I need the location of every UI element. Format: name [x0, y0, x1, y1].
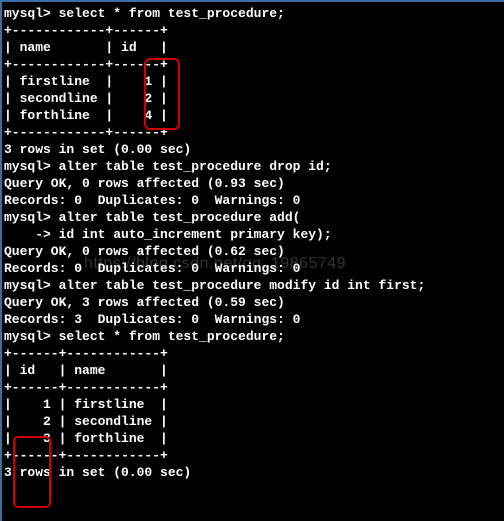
sql-command-5: mysql> select * from test_procedure;	[4, 329, 285, 344]
table-divider: +------+------------+	[4, 380, 168, 395]
result-footer: 3 rows in set (0.00 sec)	[4, 465, 191, 480]
table-divider: +------------+------+	[4, 125, 168, 140]
table-row: | 2 | secondline |	[4, 414, 168, 429]
query-records: Records: 0 Duplicates: 0 Warnings: 0	[4, 193, 300, 208]
table-row: | 3 | forthline |	[4, 431, 168, 446]
query-result: Query OK, 0 rows affected (0.93 sec)	[4, 176, 285, 191]
query-result: Query OK, 3 rows affected (0.59 sec)	[4, 295, 285, 310]
sql-command-1: mysql> select * from test_procedure;	[4, 6, 285, 21]
table-header: | id | name |	[4, 363, 168, 378]
query-records: Records: 0 Duplicates: 0 Warnings: 0	[4, 261, 300, 276]
table-divider: +------+------------+	[4, 448, 168, 463]
sql-command-3: mysql> alter table test_procedure add(	[4, 210, 300, 225]
sql-continuation: -> id int auto_increment primary key);	[4, 227, 332, 242]
sql-command-4: mysql> alter table test_procedure modify…	[4, 278, 425, 293]
sql-command-2: mysql> alter table test_procedure drop i…	[4, 159, 332, 174]
result-footer: 3 rows in set (0.00 sec)	[4, 142, 191, 157]
table-row: | 1 | firstline |	[4, 397, 168, 412]
table-row: | forthline | 4 |	[4, 108, 168, 123]
table-divider: +------+------------+	[4, 346, 168, 361]
query-records: Records: 3 Duplicates: 0 Warnings: 0	[4, 312, 300, 327]
table-divider: +------------+------+	[4, 57, 168, 72]
table-row: | secondline | 2 |	[4, 91, 168, 106]
table-divider: +------------+------+	[4, 23, 168, 38]
table-header: | name | id |	[4, 40, 168, 55]
terminal-output: mysql> select * from test_procedure; +--…	[4, 5, 502, 481]
table-row: | firstline | 1 |	[4, 74, 168, 89]
query-result: Query OK, 0 rows affected (0.62 sec)	[4, 244, 285, 259]
